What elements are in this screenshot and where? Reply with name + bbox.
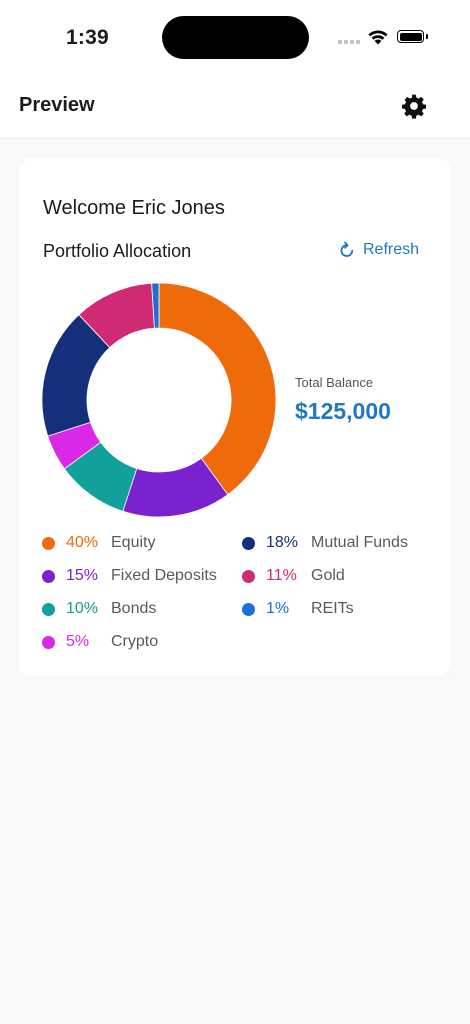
dynamic-island bbox=[162, 16, 309, 59]
total-balance-label: Total Balance bbox=[295, 375, 374, 390]
legend-label: Crypto bbox=[111, 633, 159, 650]
legend-dot bbox=[42, 635, 55, 649]
legend-percent: 15% bbox=[66, 567, 99, 584]
legend-item-mutual-funds: 18% Mutual Funds bbox=[242, 534, 408, 552]
legend-label: Gold bbox=[311, 567, 345, 584]
legend-label: REITs bbox=[311, 600, 354, 617]
page-title: Preview bbox=[19, 94, 95, 116]
legend-percent: 1% bbox=[266, 600, 290, 617]
legend-label: Mutual Funds bbox=[311, 534, 408, 551]
legend-dot bbox=[42, 536, 55, 550]
refresh-button[interactable]: Refresh bbox=[339, 241, 419, 259]
legend-item-gold: 11% Gold bbox=[242, 567, 345, 585]
refresh-label: Refresh bbox=[363, 241, 420, 258]
section-title: Portfolio Allocation bbox=[43, 241, 192, 261]
legend-label: Bonds bbox=[111, 600, 157, 617]
legend-dot bbox=[42, 569, 55, 583]
total-balance-value: $125,000 bbox=[295, 398, 391, 424]
wifi-icon bbox=[368, 30, 388, 45]
battery-icon bbox=[397, 30, 424, 43]
legend-item-fixed-deposits: 15% Fixed Deposits bbox=[42, 567, 217, 585]
legend-item-reits: 1% REITs bbox=[242, 600, 354, 618]
legend-dot bbox=[242, 569, 255, 583]
gear-icon[interactable] bbox=[401, 93, 427, 119]
donut-slice-equity bbox=[158, 282, 277, 496]
portfolio-card: Welcome Eric Jones Portfolio Allocation … bbox=[19, 158, 451, 676]
legend-item-crypto: 5% Crypto bbox=[42, 633, 158, 651]
battery-tip bbox=[426, 34, 428, 39]
legend-dot bbox=[242, 602, 255, 616]
nav-header: Preview bbox=[0, 76, 470, 139]
legend-dot bbox=[42, 602, 55, 616]
status-time: 1:39 bbox=[66, 26, 109, 49]
cellular-signal-icon bbox=[338, 40, 360, 44]
legend-label: Fixed Deposits bbox=[111, 567, 217, 584]
status-bar: 1:39 bbox=[0, 0, 470, 76]
allocation-donut-chart bbox=[41, 282, 277, 518]
legend-percent: 18% bbox=[266, 534, 299, 551]
welcome-text: Welcome Eric Jones bbox=[43, 197, 225, 219]
legend-percent: 10% bbox=[66, 600, 99, 617]
legend-dot bbox=[242, 536, 255, 550]
legend-label: Equity bbox=[111, 534, 156, 551]
legend-item-bonds: 10% Bonds bbox=[42, 600, 156, 618]
legend-item-equity: 40% Equity bbox=[42, 534, 155, 552]
legend-percent: 40% bbox=[66, 534, 99, 551]
legend-percent: 11% bbox=[266, 567, 297, 584]
refresh-icon bbox=[340, 241, 354, 257]
legend-percent: 5% bbox=[66, 633, 90, 650]
